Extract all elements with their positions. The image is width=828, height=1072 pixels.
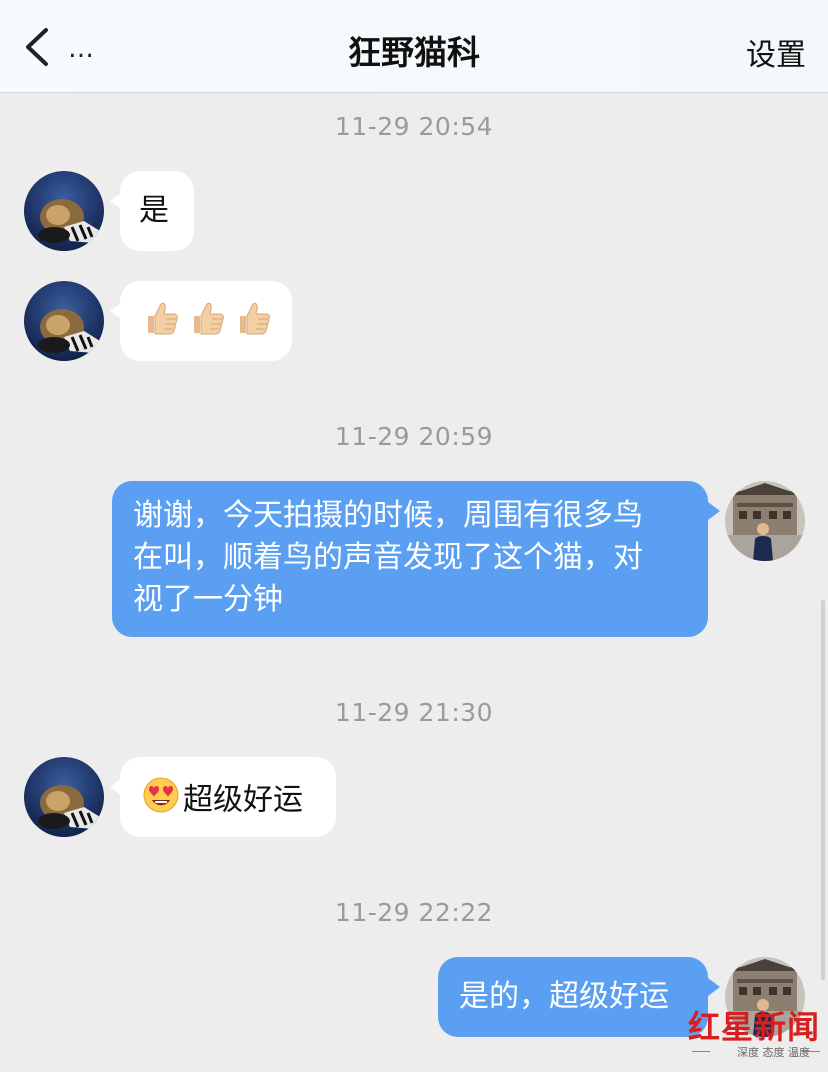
avatar-image bbox=[24, 171, 104, 251]
message-text-line: 视了一分钟 bbox=[133, 582, 283, 617]
thumbs-up-icon bbox=[188, 299, 226, 349]
message-bubble-incoming[interactable]: 超级好运 bbox=[120, 757, 336, 837]
message-bubble-outgoing[interactable]: 是的，超级好运 bbox=[438, 957, 708, 1037]
settings-button[interactable]: 设置 bbox=[746, 30, 806, 74]
divider bbox=[692, 1051, 710, 1052]
avatar-image bbox=[24, 757, 104, 837]
timestamp: 11-29 20:59 bbox=[334, 422, 494, 451]
bubble-tail bbox=[708, 978, 720, 996]
timestamp: 11-29 21:30 bbox=[334, 698, 494, 727]
message-text: 是的，超级好运 bbox=[459, 979, 669, 1014]
avatar-self[interactable] bbox=[725, 481, 805, 561]
message-bubble-incoming[interactable]: 是 bbox=[120, 171, 194, 251]
page-title: 狂野猫科 bbox=[348, 33, 480, 72]
heart-eyes-face-icon bbox=[142, 776, 180, 826]
timestamp: 11-29 22:22 bbox=[334, 898, 494, 927]
avatar-other[interactable] bbox=[24, 757, 104, 837]
avatar-image bbox=[725, 481, 805, 561]
watermark-slogan: 深度 态度 温度 bbox=[737, 1046, 810, 1059]
watermark-logo: 红星新闻 深度 态度 温度 bbox=[688, 1002, 820, 1064]
message-text: 超级好运 bbox=[183, 782, 303, 818]
avatar-other[interactable] bbox=[24, 171, 104, 251]
watermark-brand: 红星新闻 bbox=[687, 1008, 820, 1046]
message-text-line: 谢谢，今天拍摄的时候，周围有很多鸟 bbox=[133, 498, 643, 533]
avatar-other[interactable] bbox=[24, 281, 104, 361]
message-bubble-incoming[interactable] bbox=[120, 281, 292, 361]
message-bubble-outgoing[interactable]: 谢谢，今天拍摄的时候，周围有很多鸟 在叫，顺着鸟的声音发现了这个猫，对 视了一分… bbox=[112, 481, 708, 637]
avatar-image bbox=[24, 281, 104, 361]
message-text: 是 bbox=[139, 193, 169, 228]
thumbs-up-icon bbox=[142, 299, 180, 349]
timestamp: 11-29 20:54 bbox=[334, 112, 494, 141]
scrollbar[interactable] bbox=[821, 600, 825, 980]
nav-bar: … 狂野猫科 设置 bbox=[0, 0, 828, 93]
thumbs-up-icon bbox=[234, 299, 272, 349]
bubble-tail bbox=[708, 502, 720, 520]
message-text-line: 在叫，顺着鸟的声音发现了这个猫，对 bbox=[133, 540, 643, 575]
